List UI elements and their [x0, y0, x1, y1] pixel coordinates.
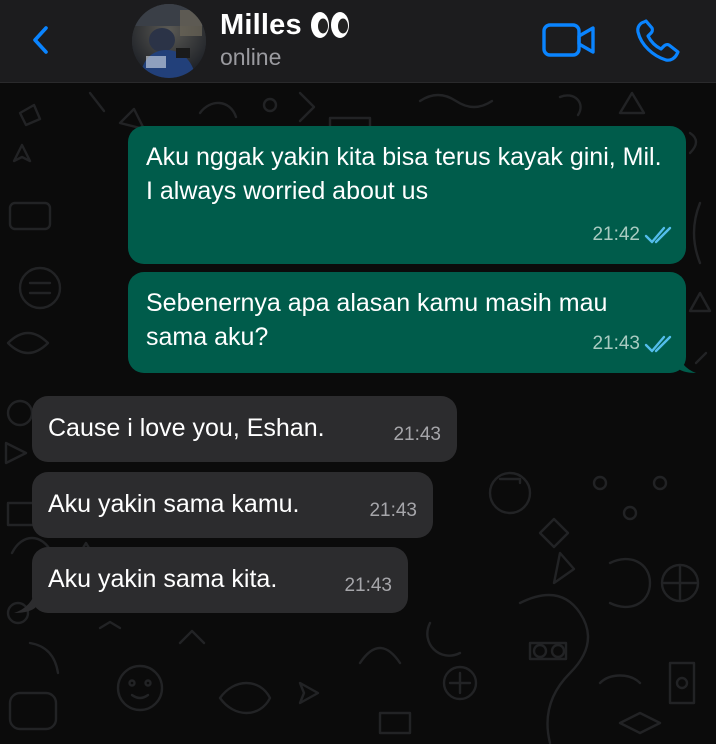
message-time: 21:43	[393, 424, 441, 445]
message-meta: 21:43	[592, 327, 676, 361]
message-meta: 21:42	[592, 218, 676, 252]
phone-icon	[636, 19, 680, 62]
incoming-message[interactable]: Aku yakin sama kita. 21:43	[32, 547, 408, 613]
contact-status: online	[220, 44, 282, 70]
message-text: Cause i love you, Eshan.	[48, 414, 325, 442]
message-time: 21:43	[369, 500, 417, 521]
message-time: 21:43	[344, 575, 392, 596]
chat-header: Milles online	[0, 0, 716, 83]
double-check-icon	[644, 226, 672, 244]
voice-call-button[interactable]	[634, 18, 682, 64]
message-text: Aku nggak yakin kita bisa terus kayak gi…	[146, 143, 669, 205]
contact-name-row[interactable]: Milles	[220, 6, 350, 44]
message-time: 21:42	[592, 224, 640, 245]
incoming-message[interactable]: Cause i love you, Eshan. 21:43	[32, 396, 457, 462]
message-text: Aku yakin sama kamu.	[48, 490, 300, 518]
video-call-button[interactable]	[540, 20, 598, 60]
message-text: Sebenernya apa alasan kamu masih mau sam…	[146, 289, 615, 351]
outgoing-message[interactable]: Aku nggak yakin kita bisa terus kayak gi…	[128, 126, 686, 264]
message-meta: 21:43	[369, 494, 417, 528]
bubble-tail	[676, 349, 696, 373]
message-meta: 21:43	[344, 569, 392, 603]
incoming-message[interactable]: Aku yakin sama kamu. 21:43	[32, 472, 433, 538]
message-time: 21:43	[592, 333, 640, 354]
eyes-emoji-icon	[310, 12, 349, 38]
avatar[interactable]	[132, 4, 206, 78]
bubble-tail	[14, 589, 36, 613]
back-button[interactable]	[26, 20, 62, 60]
message-meta: 21:43	[393, 418, 441, 452]
contact-name[interactable]: Milles	[220, 9, 302, 42]
message-text: Aku yakin sama kita.	[48, 565, 278, 593]
outgoing-message[interactable]: Sebenernya apa alasan kamu masih mau sam…	[128, 272, 686, 373]
avatar-photo	[132, 4, 206, 78]
chevron-left-icon	[33, 26, 48, 54]
double-check-icon	[644, 335, 672, 353]
video-camera-icon	[542, 23, 595, 57]
message-list[interactable]: Aku nggak yakin kita bisa terus kayak gi…	[0, 83, 716, 744]
